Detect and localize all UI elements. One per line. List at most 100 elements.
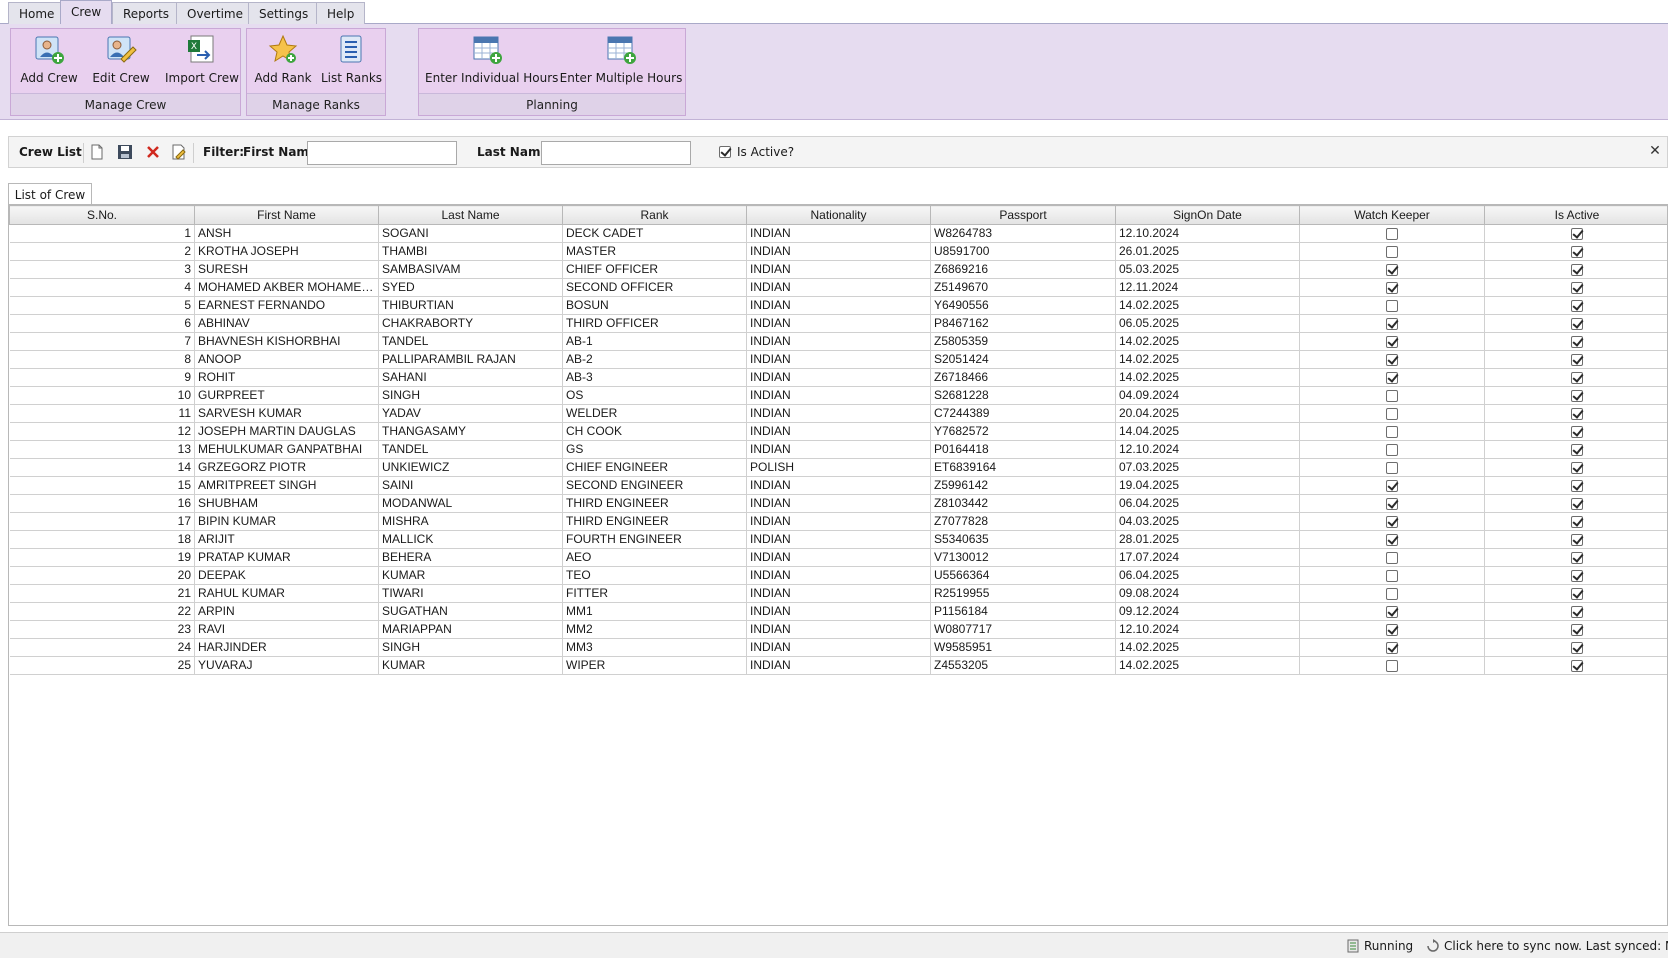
nationality-cell[interactable]: INDIAN: [746, 314, 931, 333]
watch-keeper-checkbox[interactable]: [1386, 299, 1398, 312]
rank-cell[interactable]: BOSUN: [562, 296, 747, 315]
rank-cell[interactable]: WELDER: [562, 404, 747, 423]
first-name-cell[interactable]: RAVI: [194, 620, 379, 639]
passport-cell[interactable]: Z5149670: [930, 278, 1116, 297]
watch-keeper-checkbox[interactable]: [1386, 641, 1398, 654]
watch-keeper-checkbox[interactable]: [1386, 569, 1398, 582]
rank-cell[interactable]: THIRD ENGINEER: [562, 512, 747, 531]
column-header-passport[interactable]: Passport: [930, 205, 1116, 225]
first-name-cell[interactable]: ROHIT: [194, 368, 379, 387]
table-row[interactable]: 2 KROTHA JOSEPH THAMBI MASTER INDIAN U8591700…: [9, 242, 1667, 261]
last-name-cell[interactable]: THIBURTIAN: [378, 296, 563, 315]
nationality-cell[interactable]: INDIAN: [746, 332, 931, 351]
nationality-cell[interactable]: INDIAN: [746, 602, 931, 621]
nationality-cell[interactable]: INDIAN: [746, 530, 931, 549]
table-row[interactable]: 11 SARVESH KUMAR YADAV WELDER INDIAN C7244389…: [9, 404, 1667, 423]
last-name-cell[interactable]: SUGATHAN: [378, 602, 563, 621]
import-crew-button[interactable]: X Import Crew: [165, 33, 239, 89]
is-active-row-checkbox[interactable]: [1571, 551, 1583, 564]
watch-keeper-checkbox[interactable]: [1386, 551, 1398, 564]
delete-icon[interactable]: [145, 144, 161, 160]
nationality-cell[interactable]: INDIAN: [746, 620, 931, 639]
passport-cell[interactable]: P0164418: [930, 440, 1116, 459]
passport-cell[interactable]: Y6490556: [930, 296, 1116, 315]
sno-cell[interactable]: 21: [9, 584, 195, 603]
last-name-cell[interactable]: MARIAPPAN: [378, 620, 563, 639]
rank-cell[interactable]: AB-2: [562, 350, 747, 369]
sync-icon[interactable]: [1426, 939, 1440, 953]
table-row[interactable]: 21 RAHUL KUMAR TIWARI FITTER INDIAN R2519955 0…: [9, 584, 1667, 603]
passport-cell[interactable]: R2519955: [930, 584, 1116, 603]
table-row[interactable]: 8 ANOOP PALLIPARAMBIL RAJAN AB-2 INDIAN S2051…: [9, 350, 1667, 369]
passport-cell[interactable]: Y7682572: [930, 422, 1116, 441]
passport-cell[interactable]: Z5805359: [930, 332, 1116, 351]
passport-cell[interactable]: W8264783: [930, 224, 1116, 243]
is-active-row-checkbox[interactable]: [1571, 317, 1583, 330]
signon-date-cell[interactable]: 14.02.2025: [1115, 350, 1300, 369]
first-name-cell[interactable]: GRZEGORZ PIOTR: [194, 458, 379, 477]
passport-cell[interactable]: S2051424: [930, 350, 1116, 369]
signon-date-cell[interactable]: 05.03.2025: [1115, 260, 1300, 279]
column-header-last-name[interactable]: Last Name: [378, 205, 563, 225]
signon-date-cell[interactable]: 14.02.2025: [1115, 656, 1300, 675]
sno-cell[interactable]: 25: [9, 656, 195, 675]
signon-date-cell[interactable]: 06.05.2025: [1115, 314, 1300, 333]
signon-date-cell[interactable]: 12.10.2024: [1115, 224, 1300, 243]
column-header-signon-date[interactable]: SignOn Date: [1115, 205, 1300, 225]
rank-cell[interactable]: FOURTH ENGINEER: [562, 530, 747, 549]
is-active-row-checkbox[interactable]: [1571, 227, 1583, 240]
is-active-row-checkbox[interactable]: [1571, 371, 1583, 384]
nationality-cell[interactable]: INDIAN: [746, 350, 931, 369]
first-name-cell[interactable]: EARNEST FERNANDO: [194, 296, 379, 315]
rank-cell[interactable]: MM3: [562, 638, 747, 657]
table-row[interactable]: 9 ROHIT SAHANI AB-3 INDIAN Z6718466 14.02.2025: [9, 368, 1667, 387]
add-rank-button[interactable]: Add Rank: [253, 33, 313, 89]
nationality-cell[interactable]: INDIAN: [746, 278, 931, 297]
tab-crew[interactable]: Crew: [60, 0, 113, 25]
last-name-cell[interactable]: SOGANI: [378, 224, 563, 243]
sno-cell[interactable]: 7: [9, 332, 195, 351]
signon-date-cell[interactable]: 20.04.2025: [1115, 404, 1300, 423]
watch-keeper-checkbox[interactable]: [1386, 533, 1398, 546]
signon-date-cell[interactable]: 07.03.2025: [1115, 458, 1300, 477]
signon-date-cell[interactable]: 14.02.2025: [1115, 296, 1300, 315]
sno-cell[interactable]: 24: [9, 638, 195, 657]
nationality-cell[interactable]: INDIAN: [746, 494, 931, 513]
table-row[interactable]: 25 YUVARAJ KUMAR WIPER INDIAN Z4553205 14.02.2…: [9, 656, 1667, 675]
signon-date-cell[interactable]: 06.04.2025: [1115, 566, 1300, 585]
watch-keeper-checkbox[interactable]: [1386, 227, 1398, 240]
nationality-cell[interactable]: INDIAN: [746, 368, 931, 387]
nationality-cell[interactable]: INDIAN: [746, 422, 931, 441]
signon-date-cell[interactable]: 17.07.2024: [1115, 548, 1300, 567]
is-active-row-checkbox[interactable]: [1571, 299, 1583, 312]
table-row[interactable]: 16 SHUBHAM MODANWAL THIRD ENGINEER INDIAN Z81…: [9, 494, 1667, 513]
last-name-cell[interactable]: THAMBI: [378, 242, 563, 261]
watch-keeper-checkbox[interactable]: [1386, 497, 1398, 510]
is-active-checkbox[interactable]: [719, 146, 731, 158]
last-name-cell[interactable]: SAHANI: [378, 368, 563, 387]
tab-overtime[interactable]: Overtime: [176, 2, 254, 24]
last-name-cell[interactable]: BEHERA: [378, 548, 563, 567]
table-row[interactable]: 13 MEHULKUMAR GANPATBHAI TANDEL GS INDIAN P01…: [9, 440, 1667, 459]
table-row[interactable]: 19 PRATAP KUMAR BEHERA AEO INDIAN V7130012 17.…: [9, 548, 1667, 567]
column-header-sno[interactable]: S.No.: [9, 205, 195, 225]
nationality-cell[interactable]: INDIAN: [746, 476, 931, 495]
rank-cell[interactable]: THIRD ENGINEER: [562, 494, 747, 513]
rank-cell[interactable]: AB-1: [562, 332, 747, 351]
edit-document-icon[interactable]: [171, 144, 187, 160]
tab-settings[interactable]: Settings: [248, 2, 320, 24]
is-active-row-checkbox[interactable]: [1571, 497, 1583, 510]
nationality-cell[interactable]: INDIAN: [746, 440, 931, 459]
nationality-cell[interactable]: INDIAN: [746, 512, 931, 531]
sno-cell[interactable]: 20: [9, 566, 195, 585]
tab-list-of-crew[interactable]: List of Crew: [8, 183, 92, 205]
is-active-row-checkbox[interactable]: [1571, 569, 1583, 582]
last-name-cell[interactable]: MALLICK: [378, 530, 563, 549]
table-row[interactable]: 5 EARNEST FERNANDO THIBURTIAN BOSUN INDIAN Y6…: [9, 296, 1667, 315]
table-row[interactable]: 14 GRZEGORZ PIOTR UNKIEWICZ CHIEF ENGINEER P…: [9, 458, 1667, 477]
column-header-first-name[interactable]: First Name: [194, 205, 379, 225]
watch-keeper-checkbox[interactable]: [1386, 515, 1398, 528]
last-name-cell[interactable]: SINGH: [378, 386, 563, 405]
is-active-row-checkbox[interactable]: [1571, 605, 1583, 618]
nationality-cell[interactable]: INDIAN: [746, 260, 931, 279]
